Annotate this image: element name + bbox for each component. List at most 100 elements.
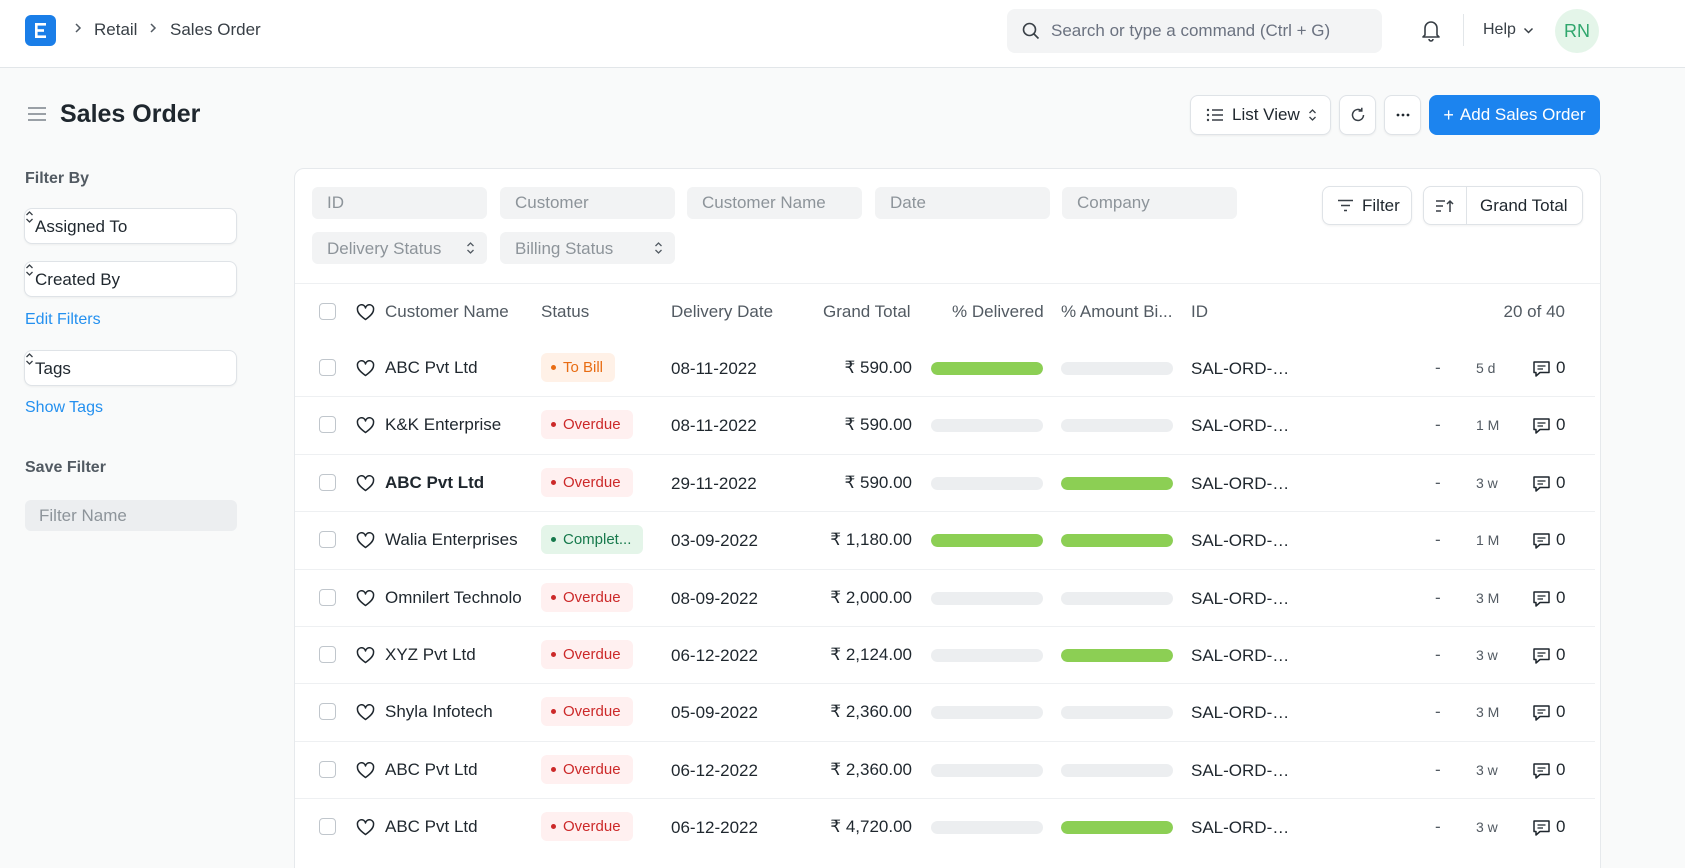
comment-icon[interactable] xyxy=(1532,360,1551,378)
select-arrows-icon xyxy=(1308,109,1316,121)
row-checkbox[interactable] xyxy=(319,589,336,606)
comment-count: 0 xyxy=(1556,358,1566,377)
list-view-switcher[interactable]: List View xyxy=(1190,95,1331,135)
customer-name-link[interactable]: Walia Enterprises xyxy=(385,530,523,550)
billed-progress xyxy=(1061,821,1173,834)
heart-icon[interactable] xyxy=(356,304,375,321)
sort-direction-button[interactable] xyxy=(1424,187,1467,224)
heart-icon[interactable] xyxy=(356,704,375,721)
delivered-progress xyxy=(931,419,1043,432)
row-divider xyxy=(295,569,1595,570)
status-dot xyxy=(551,422,556,427)
app-logo[interactable] xyxy=(25,15,56,46)
sort-field-button[interactable]: Grand Total xyxy=(1480,196,1568,216)
comment-icon[interactable] xyxy=(1532,647,1551,665)
comment-icon[interactable] xyxy=(1532,590,1551,608)
comment-count: 0 xyxy=(1556,760,1566,779)
customer-name-link[interactable]: Shyla Infotech xyxy=(385,702,523,722)
heart-icon[interactable] xyxy=(356,590,375,607)
comment-icon[interactable] xyxy=(1532,819,1551,837)
heart-icon[interactable] xyxy=(356,417,375,434)
tags-select[interactable]: Tags xyxy=(24,350,237,386)
row-checkbox[interactable] xyxy=(319,646,336,663)
date-filter-input[interactable] xyxy=(875,187,1050,219)
customer-name-link[interactable]: K&K Enterprise xyxy=(385,415,523,435)
edit-filters-link[interactable]: Edit Filters xyxy=(25,311,101,329)
help-menu[interactable]: Help xyxy=(1483,21,1516,39)
sales-order-id: SAL-ORD-2... xyxy=(1191,589,1295,608)
filter-button[interactable]: Filter xyxy=(1322,186,1412,225)
customer-name-link[interactable]: ABC Pvt Ltd xyxy=(385,760,523,780)
more-actions-button[interactable] xyxy=(1384,95,1421,135)
comment-icon[interactable] xyxy=(1532,475,1551,493)
sales-order-id: SAL-ORD-2... xyxy=(1191,416,1295,435)
sales-order-id: SAL-ORD-2... xyxy=(1191,359,1295,378)
customer-name-link[interactable]: XYZ Pvt Ltd xyxy=(385,645,523,665)
sidebar-toggle-icon[interactable] xyxy=(27,106,47,122)
select-arrows-icon xyxy=(467,242,474,254)
refresh-button[interactable] xyxy=(1339,95,1376,135)
customer-name-link[interactable]: Omnilert Technolo xyxy=(385,588,523,608)
modified-ago: 3 w xyxy=(1476,819,1498,835)
row-checkbox[interactable] xyxy=(319,531,336,548)
assigned-to-select[interactable]: Assigned To xyxy=(24,208,237,244)
row-checkbox[interactable] xyxy=(319,818,336,835)
row-dash: - xyxy=(1435,760,1441,779)
select-all-checkbox[interactable] xyxy=(319,303,336,320)
user-avatar[interactable]: RN xyxy=(1555,9,1599,53)
heart-icon[interactable] xyxy=(356,647,375,664)
status-badge[interactable]: To Bill xyxy=(541,353,616,382)
status-badge[interactable]: Overdue xyxy=(541,583,633,612)
row-checkbox[interactable] xyxy=(319,761,336,778)
breadcrumb-retail[interactable]: Retail xyxy=(94,20,137,40)
add-sales-order-button[interactable]: + Add Sales Order xyxy=(1429,95,1600,135)
heart-icon[interactable] xyxy=(356,762,375,779)
id-filter-input[interactable] xyxy=(312,187,487,219)
status-badge[interactable]: Overdue xyxy=(541,468,633,497)
comment-icon[interactable] xyxy=(1532,704,1551,722)
page-title: Sales Order xyxy=(60,100,201,128)
breadcrumb-sales-order[interactable]: Sales Order xyxy=(170,20,261,40)
status-badge[interactable]: Overdue xyxy=(541,410,633,439)
status-dot xyxy=(551,595,556,600)
comment-icon[interactable] xyxy=(1532,762,1551,780)
customer-name-filter-input[interactable] xyxy=(687,187,862,219)
heart-icon[interactable] xyxy=(356,532,375,549)
row-divider xyxy=(295,741,1595,742)
customer-name-link[interactable]: ABC Pvt Ltd xyxy=(385,473,523,493)
heart-icon[interactable] xyxy=(356,475,375,492)
column-delivered: % Delivered xyxy=(952,302,1044,321)
row-checkbox[interactable] xyxy=(319,474,336,491)
search-bar[interactable] xyxy=(1007,9,1382,53)
show-tags-link[interactable]: Show Tags xyxy=(25,399,103,417)
status-badge[interactable]: Overdue xyxy=(541,812,633,841)
delivered-progress xyxy=(931,362,1043,375)
customer-name-link[interactable]: ABC Pvt Ltd xyxy=(385,817,523,837)
status-badge[interactable]: Overdue xyxy=(541,755,633,784)
heart-icon[interactable] xyxy=(356,360,375,377)
row-dash: - xyxy=(1435,415,1441,434)
chevron-down-icon[interactable] xyxy=(1523,27,1534,35)
comment-icon[interactable] xyxy=(1532,417,1551,435)
company-filter-input[interactable] xyxy=(1062,187,1237,219)
billing-status-select[interactable]: Billing Status xyxy=(500,232,675,264)
record-count: 20 of 40 xyxy=(1503,302,1565,321)
search-input[interactable] xyxy=(1051,9,1371,53)
notification-bell-icon[interactable] xyxy=(1420,18,1442,42)
row-checkbox[interactable] xyxy=(319,359,336,376)
column-delivery-date: Delivery Date xyxy=(671,302,774,321)
status-label: Overdue xyxy=(563,703,621,720)
customer-filter-input[interactable] xyxy=(500,187,675,219)
row-checkbox[interactable] xyxy=(319,416,336,433)
customer-name-link[interactable]: ABC Pvt Ltd xyxy=(385,358,523,378)
comment-icon[interactable] xyxy=(1532,532,1551,550)
status-badge[interactable]: Overdue xyxy=(541,640,633,669)
created-by-select[interactable]: Created By xyxy=(24,261,237,297)
status-badge[interactable]: Overdue xyxy=(541,697,633,726)
heart-icon[interactable] xyxy=(356,819,375,836)
delivery-status-select[interactable]: Delivery Status xyxy=(312,232,487,264)
status-badge[interactable]: Complet... xyxy=(541,525,644,554)
filter-name-input[interactable] xyxy=(25,500,237,531)
row-divider xyxy=(295,626,1595,627)
row-checkbox[interactable] xyxy=(319,703,336,720)
